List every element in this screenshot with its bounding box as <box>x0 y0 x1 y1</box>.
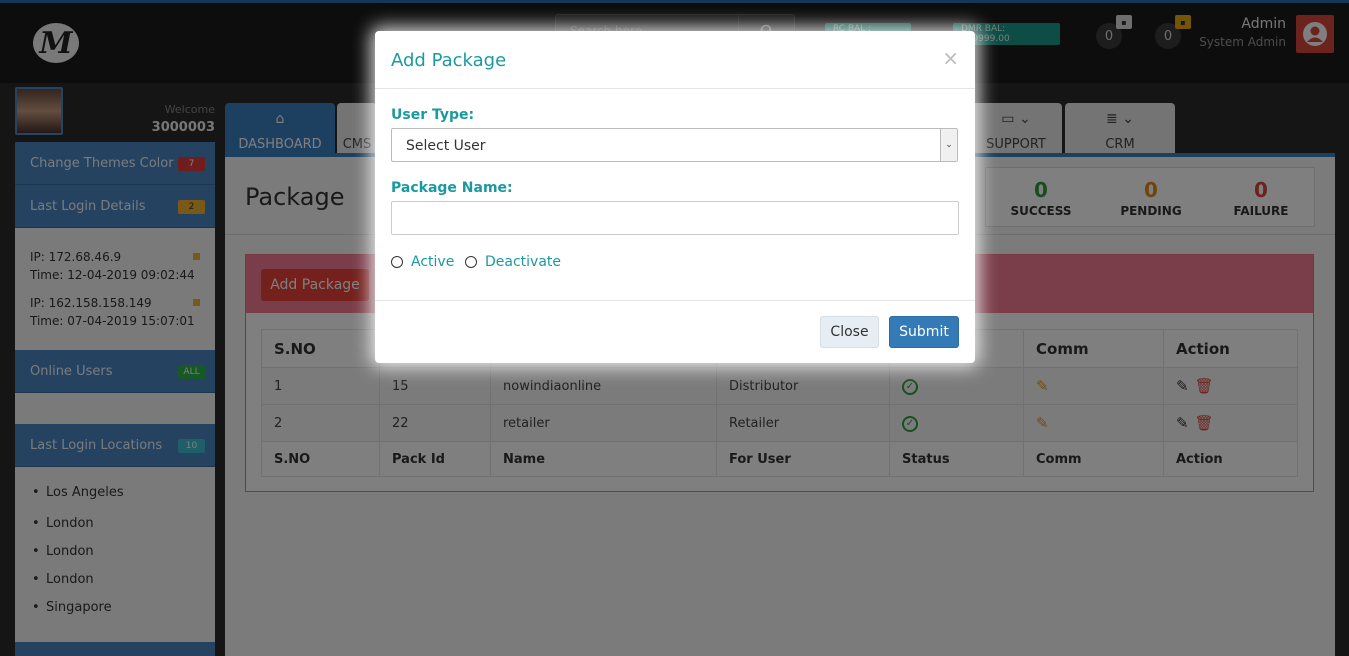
modal-header-divider <box>375 88 975 89</box>
user-type-selected-value: Select User <box>406 138 486 154</box>
chevron-down-icon: ⌄ <box>940 129 957 161</box>
package-name-label: Package Name: <box>391 180 513 196</box>
modal-title: Add Package <box>391 50 507 71</box>
active-radio-label[interactable]: Active <box>411 254 454 270</box>
close-button[interactable]: Close <box>820 316 879 348</box>
modal-footer-divider <box>375 300 975 301</box>
deactivate-radio[interactable] <box>465 256 477 268</box>
submit-button[interactable]: Submit <box>889 316 959 348</box>
user-type-label: User Type: <box>391 107 475 123</box>
package-name-input[interactable] <box>391 201 959 235</box>
add-package-modal: Add Package × User Type: Select User ⌄ P… <box>375 31 975 363</box>
deactivate-radio-label[interactable]: Deactivate <box>485 254 561 270</box>
active-radio[interactable] <box>391 256 403 268</box>
user-type-select[interactable]: Select User ⌄ <box>391 128 958 162</box>
close-icon[interactable]: × <box>942 46 959 70</box>
